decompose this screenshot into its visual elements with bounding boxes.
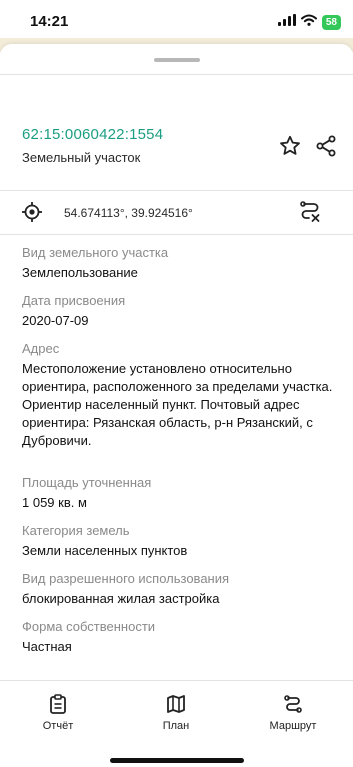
field-label: Категория земель xyxy=(22,523,130,538)
share-button[interactable] xyxy=(312,132,340,160)
field-label: Адрес xyxy=(22,341,60,356)
field-label: Вид земельного участка xyxy=(22,245,169,260)
status-icons: 58 xyxy=(277,13,341,31)
map-icon xyxy=(167,695,185,713)
tab-route-label: Маршрут xyxy=(269,720,317,732)
route-off-icon xyxy=(300,201,320,222)
field-value: 1 059 кв. м xyxy=(22,495,87,510)
status-time: 14:21 xyxy=(30,13,69,30)
field-label: Площадь уточненная xyxy=(22,475,152,490)
sheet-top-divider xyxy=(0,74,353,75)
tab-route[interactable]: Маршрут xyxy=(253,694,333,732)
field-value[interactable]: Местоположение установлено относительно … xyxy=(22,360,338,450)
coordinates-row[interactable]: 54.674113°, 39.924516° xyxy=(0,194,353,230)
field-label: Форма собственности xyxy=(22,619,156,634)
route-icon xyxy=(284,695,302,713)
locate-icon xyxy=(22,202,42,222)
route-off-button[interactable] xyxy=(296,198,324,226)
field-label: Вид разрешенного использования xyxy=(22,571,230,586)
cadastral-number[interactable]: 62:15:0060422:1554 xyxy=(22,126,163,143)
field-value: Частная xyxy=(22,639,72,654)
object-type: Земельный участок xyxy=(22,150,141,165)
signal-icon xyxy=(277,13,296,31)
field-label: Дата присвоения xyxy=(22,293,126,308)
field-ownership: Форма собственности Частная xyxy=(22,618,342,656)
field-value: 2020-07-09 xyxy=(22,313,89,328)
field-land-category: Категория земель Земли населенных пункто… xyxy=(22,522,342,560)
home-indicator[interactable] xyxy=(110,758,244,763)
field-value: блокированная жилая застройка xyxy=(22,591,220,606)
report-icon xyxy=(50,694,66,714)
tab-plan[interactable]: План xyxy=(136,694,216,732)
bottom-tab-bar: Отчёт План Маршрут xyxy=(0,680,353,767)
field-assign-date: Дата присвоения 2020-07-09 xyxy=(22,292,342,330)
tab-report-label: Отчёт xyxy=(42,720,74,732)
field-permitted-use: Вид разрешенного использования блокирова… xyxy=(22,570,342,608)
favorite-button[interactable] xyxy=(276,132,304,160)
star-icon xyxy=(280,135,300,155)
coordinates-divider xyxy=(0,234,353,235)
field-address: Адрес Местоположение установлено относит… xyxy=(22,340,338,450)
field-area: Площадь уточненная 1 059 кв. м xyxy=(22,474,342,512)
field-value: Земли населенных пунктов xyxy=(22,543,188,558)
header-divider xyxy=(0,190,353,191)
tab-report[interactable]: Отчёт xyxy=(18,694,98,732)
field-land-kind: Вид земельного участка Землепользование xyxy=(22,244,342,282)
coordinates-text[interactable]: 54.674113°, 39.924516° xyxy=(64,206,193,220)
battery-indicator: 58 xyxy=(321,14,341,30)
tabbar-divider xyxy=(0,680,353,681)
share-icon xyxy=(316,135,336,157)
wifi-icon xyxy=(300,13,317,31)
field-value: Землепользование xyxy=(22,265,138,280)
details-sheet: 62:15:0060422:1554 Земельный участок 54.… xyxy=(0,44,353,767)
sheet-grabber[interactable] xyxy=(154,58,200,62)
tab-plan-label: План xyxy=(162,720,190,732)
locate-button[interactable] xyxy=(18,198,46,226)
